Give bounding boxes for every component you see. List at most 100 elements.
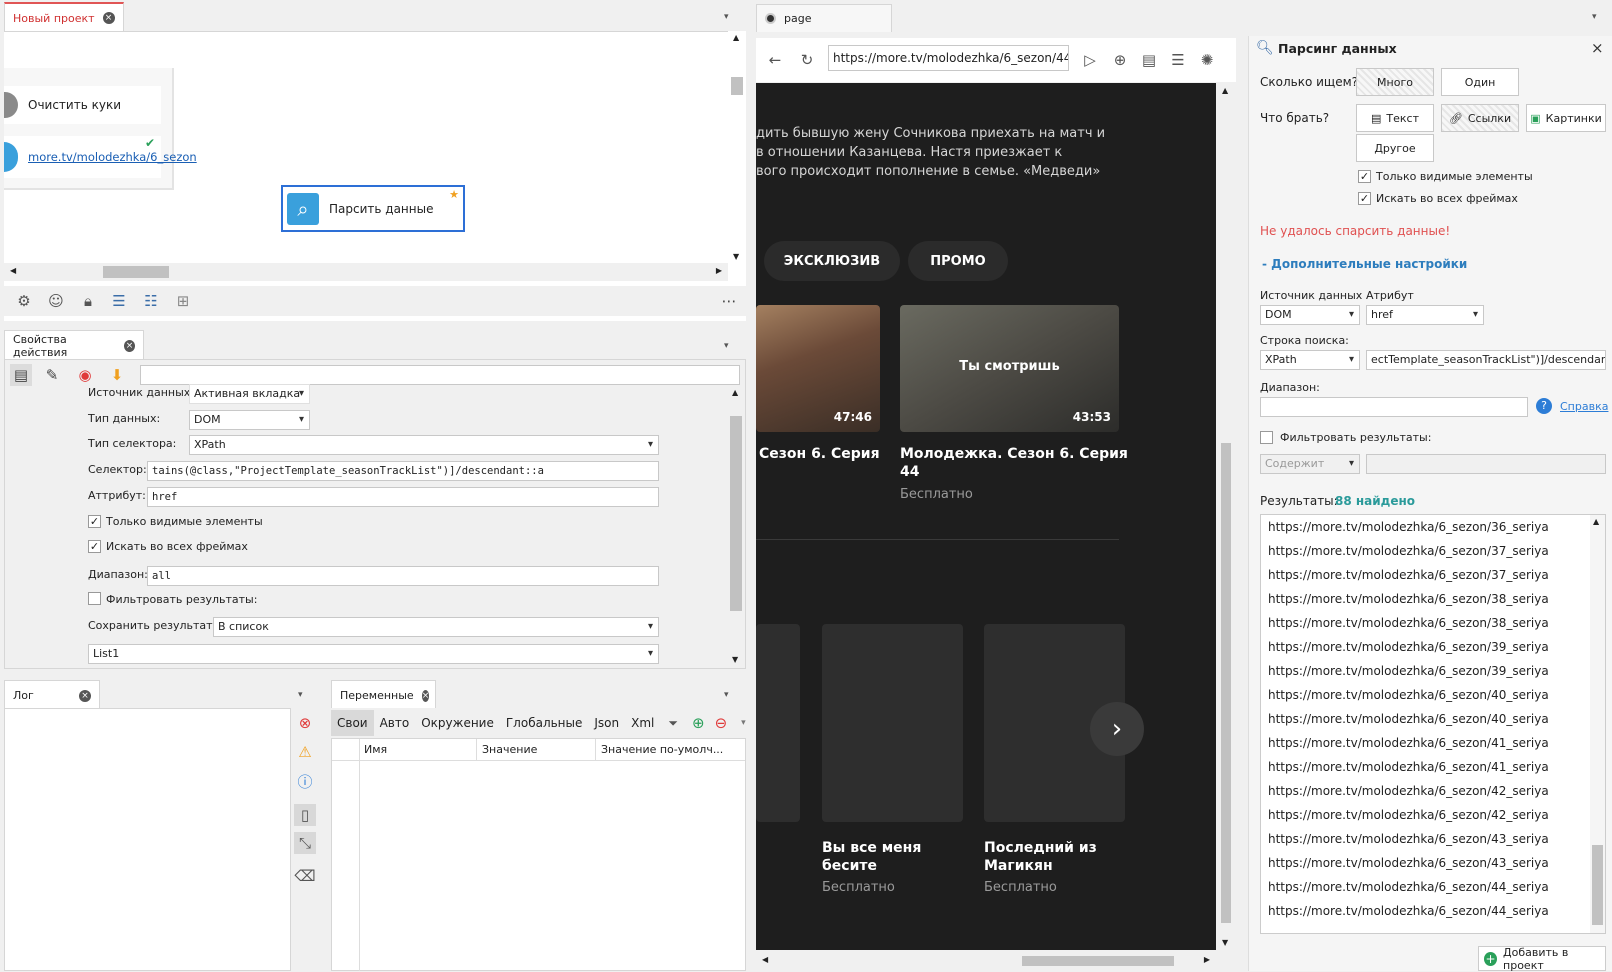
search-type-select[interactable]: XPath <box>1260 350 1360 370</box>
result-item[interactable]: https://more.tv/molodezhka/6_sezon/37_se… <box>1268 568 1549 582</box>
expand-icon[interactable]: ⤡ <box>294 832 316 854</box>
vars-tab-env[interactable]: Окружение <box>415 716 500 730</box>
result-item[interactable]: https://more.tv/molodezhka/6_sezon/38_se… <box>1268 592 1549 606</box>
action-name-input[interactable] <box>140 365 740 385</box>
save-select[interactable]: В список <box>213 617 659 637</box>
more-icon[interactable]: ⋯ <box>718 290 740 312</box>
close-icon[interactable]: × <box>123 339 135 352</box>
node-parse-data[interactable]: ⌕ Парсить данные ★ <box>281 185 465 232</box>
panel-menu-icon[interactable]: ▾ <box>1592 12 1597 22</box>
visible-only-checkbox[interactable]: ✓ <box>88 515 101 528</box>
lock-icon[interactable]: 🔒︎ <box>77 290 99 312</box>
result-item[interactable]: https://more.tv/molodezhka/6_sezon/40_se… <box>1268 688 1549 702</box>
show-title-2b[interactable]: Магикян <box>984 857 1053 875</box>
phone-icon[interactable]: ▯ <box>294 804 316 826</box>
scroll-thumb[interactable] <box>730 416 742 611</box>
result-item[interactable]: https://more.tv/molodezhka/6_sezon/40_se… <box>1268 712 1549 726</box>
action-icon[interactable]: ▤ <box>10 364 32 386</box>
scroll-up-icon[interactable]: ▲ <box>1222 86 1228 95</box>
document-icon[interactable]: ▤ <box>1138 49 1160 71</box>
tab-project[interactable]: Новый проект × <box>4 2 124 32</box>
close-icon[interactable]: × <box>102 12 115 24</box>
scroll-down-icon[interactable]: ▼ <box>1222 938 1228 947</box>
edit-icon[interactable]: ✎ <box>41 364 63 386</box>
episode-title-2[interactable]: Молодежка. Сезон 6. Серия <box>900 445 1128 463</box>
list-select[interactable]: List1 <box>88 644 659 664</box>
parse-attr-select[interactable]: href <box>1366 305 1484 325</box>
web-page[interactable]: дить бывшую жену Сочникова приехать на м… <box>756 83 1216 950</box>
episode-title-1[interactable]: Сезон 6. Серия <box>759 445 880 463</box>
result-item[interactable]: https://more.tv/molodezhka/6_sezon/39_se… <box>1268 640 1549 654</box>
scroll-left-icon[interactable]: ◀ <box>10 266 16 275</box>
episode-title-2b[interactable]: 44 <box>900 463 919 481</box>
text-button[interactable]: ▤ Текст <box>1356 104 1434 132</box>
result-item[interactable]: https://more.tv/molodezhka/6_sezon/42_se… <box>1268 808 1549 822</box>
scroll-up-icon[interactable]: ▲ <box>733 33 739 42</box>
node-navigate[interactable]: more.tv/molodezhka/6_sezon ✔ <box>4 136 197 178</box>
many-button[interactable]: Много <box>1356 68 1434 96</box>
cookie-settings-icon[interactable]: ✺ <box>1196 49 1218 71</box>
other-button[interactable]: Другое <box>1356 134 1434 162</box>
browser-hscroll[interactable]: ◀ ▶ <box>756 950 1216 971</box>
panel-menu-icon[interactable]: ▾ <box>724 12 729 22</box>
project-hscroll[interactable]: ◀ ▶ <box>4 263 728 281</box>
col-value[interactable]: Значение <box>482 743 537 756</box>
result-item[interactable]: https://more.tv/molodezhka/6_sezon/44_se… <box>1268 904 1549 918</box>
hscroll-thumb[interactable] <box>103 266 169 278</box>
info-icon[interactable]: ⓘ <box>294 770 316 792</box>
advanced-settings-toggle[interactable]: - Дополнительные настройки <box>1262 257 1467 271</box>
parse-frames-checkbox[interactable]: ✓ <box>1358 192 1371 205</box>
scroll-thumb[interactable] <box>1221 443 1231 923</box>
source-select[interactable]: Активная вкладка <box>189 384 310 404</box>
close-icon[interactable]: × <box>79 689 91 702</box>
links-button[interactable]: 🔗︎ Ссылки <box>1441 104 1519 132</box>
scroll-thumb[interactable] <box>1592 845 1603 925</box>
back-icon[interactable]: ← <box>764 49 786 71</box>
chip-promo[interactable]: ПРОМО <box>908 241 1008 281</box>
parse-visible-checkbox[interactable]: ✓ <box>1358 170 1371 183</box>
vars-tab-json[interactable]: Json <box>588 716 625 730</box>
scroll-up-icon[interactable]: ▲ <box>732 388 738 397</box>
parse-range-input[interactable] <box>1260 397 1528 417</box>
variables-table[interactable]: Имя Значение Значение по-умолч... <box>331 738 746 971</box>
result-item[interactable]: https://more.tv/molodezhka/6_sezon/36_se… <box>1268 520 1549 534</box>
panel-menu-icon[interactable]: ▾ <box>724 341 729 351</box>
episode-thumb-2[interactable]: Ты смотришь 43:53 <box>900 305 1119 432</box>
project-vscroll[interactable]: ▲ ▼ <box>728 31 746 263</box>
carousel-next-button[interactable]: › <box>1090 702 1144 756</box>
result-item[interactable]: https://more.tv/molodezhka/6_sezon/41_se… <box>1268 760 1549 774</box>
table-icon[interactable]: ☷ <box>140 290 162 312</box>
results-vscroll[interactable]: ▲ <box>1590 515 1605 933</box>
close-icon[interactable]: × <box>421 689 430 702</box>
add-node-icon[interactable]: ⊞ <box>172 290 194 312</box>
parse-filter-checkbox[interactable] <box>1260 431 1273 444</box>
result-item[interactable]: https://more.tv/molodezhka/6_sezon/42_se… <box>1268 784 1549 798</box>
settings-icon[interactable]: ⚙ <box>13 290 35 312</box>
selector-input[interactable]: tains(@class,"ProjectTemplate_seasonTrac… <box>147 461 659 481</box>
attribute-input[interactable]: href <box>147 487 659 507</box>
reload-icon[interactable]: ↻ <box>796 49 818 71</box>
help-icon[interactable]: ? <box>1536 398 1552 414</box>
url-input[interactable]: https://more.tv/molodezhka/6_sezon/44 <box>828 45 1069 71</box>
filter-value-input[interactable] <box>1366 454 1606 474</box>
scroll-right-icon[interactable]: ▶ <box>1204 955 1210 964</box>
vars-tab-xml[interactable]: Xml <box>625 716 660 730</box>
node-clear-cookies[interactable]: Очистить куки <box>4 86 161 124</box>
show-title-1b[interactable]: бесите <box>822 857 877 875</box>
filter-icon[interactable]: ⏷ <box>668 716 678 731</box>
clear-icon[interactable]: ⌫ <box>294 865 316 887</box>
warning-icon[interactable]: ⚠ <box>294 741 316 763</box>
vars-tab-auto[interactable]: Авто <box>374 716 416 730</box>
database-icon[interactable]: ☰ <box>1167 49 1189 71</box>
vars-tab-global[interactable]: Глобальные <box>500 716 589 730</box>
parse-source-select[interactable]: DOM <box>1260 305 1360 325</box>
user-icon[interactable]: ☺ <box>45 290 67 312</box>
tab-page[interactable]: page <box>756 4 892 32</box>
list-icon[interactable]: ☰ <box>108 290 130 312</box>
show-title-2[interactable]: Последний из <box>984 839 1097 857</box>
scroll-right-icon[interactable]: ▶ <box>716 266 722 275</box>
node-link-label[interactable]: more.tv/molodezhka/6_sezon <box>28 150 197 164</box>
scroll-up-icon[interactable]: ▲ <box>1593 517 1599 526</box>
close-icon[interactable]: × <box>1591 39 1604 57</box>
scroll-down-icon[interactable]: ▼ <box>732 655 738 664</box>
